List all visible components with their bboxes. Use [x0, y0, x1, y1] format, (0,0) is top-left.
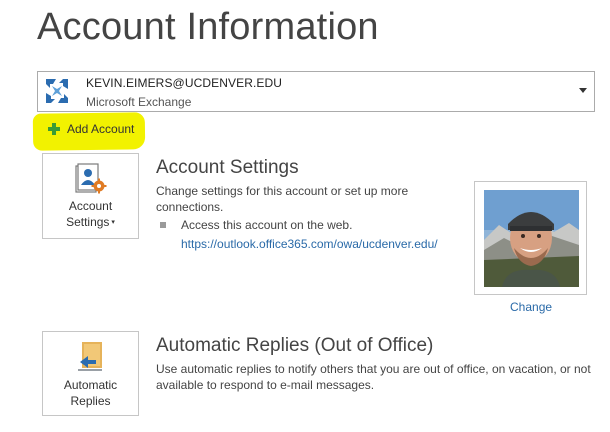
bullet-icon	[160, 222, 166, 228]
profile-photo	[484, 190, 579, 287]
web-access-text: Access this account on the web.	[181, 218, 353, 232]
owa-link[interactable]: https://outlook.office365.com/owa/ucdenv…	[181, 237, 438, 251]
automatic-replies-tile-label: Automatic Replies	[63, 378, 118, 408]
chevron-down-icon: ▾	[111, 218, 115, 226]
automatic-replies-title: Automatic Replies (Out of Office)	[156, 335, 434, 356]
account-settings-description: Change settings for this account or set …	[156, 184, 409, 214]
account-selector-dropdown[interactable]: KEVIN.EIMERS@UCDENVER.EDU Microsoft Exch…	[37, 71, 595, 112]
account-settings-button[interactable]: Account Settings ▾	[42, 153, 139, 239]
exchange-icon	[46, 79, 68, 103]
account-type: Microsoft Exchange	[86, 95, 192, 109]
account-email: KEVIN.EIMERS@UCDENVER.EDU	[86, 76, 283, 90]
change-photo-link[interactable]: Change	[510, 300, 552, 314]
automatic-replies-description: Use automatic replies to notify others t…	[156, 362, 591, 392]
chevron-down-icon[interactable]	[579, 88, 587, 93]
account-settings-tile-label: Account Settings ▾	[66, 199, 115, 229]
automatic-replies-button[interactable]: Automatic Replies	[42, 331, 139, 416]
add-account-label: Add Account	[67, 122, 135, 136]
page-title: Account Information	[37, 6, 379, 48]
plus-icon	[48, 123, 60, 135]
account-settings-icon	[75, 163, 107, 194]
automatic-replies-icon	[78, 342, 102, 371]
profile-photo-frame[interactable]	[474, 181, 587, 295]
account-settings-title: Account Settings	[156, 157, 299, 178]
add-account-button[interactable]: Add Account	[42, 118, 140, 140]
